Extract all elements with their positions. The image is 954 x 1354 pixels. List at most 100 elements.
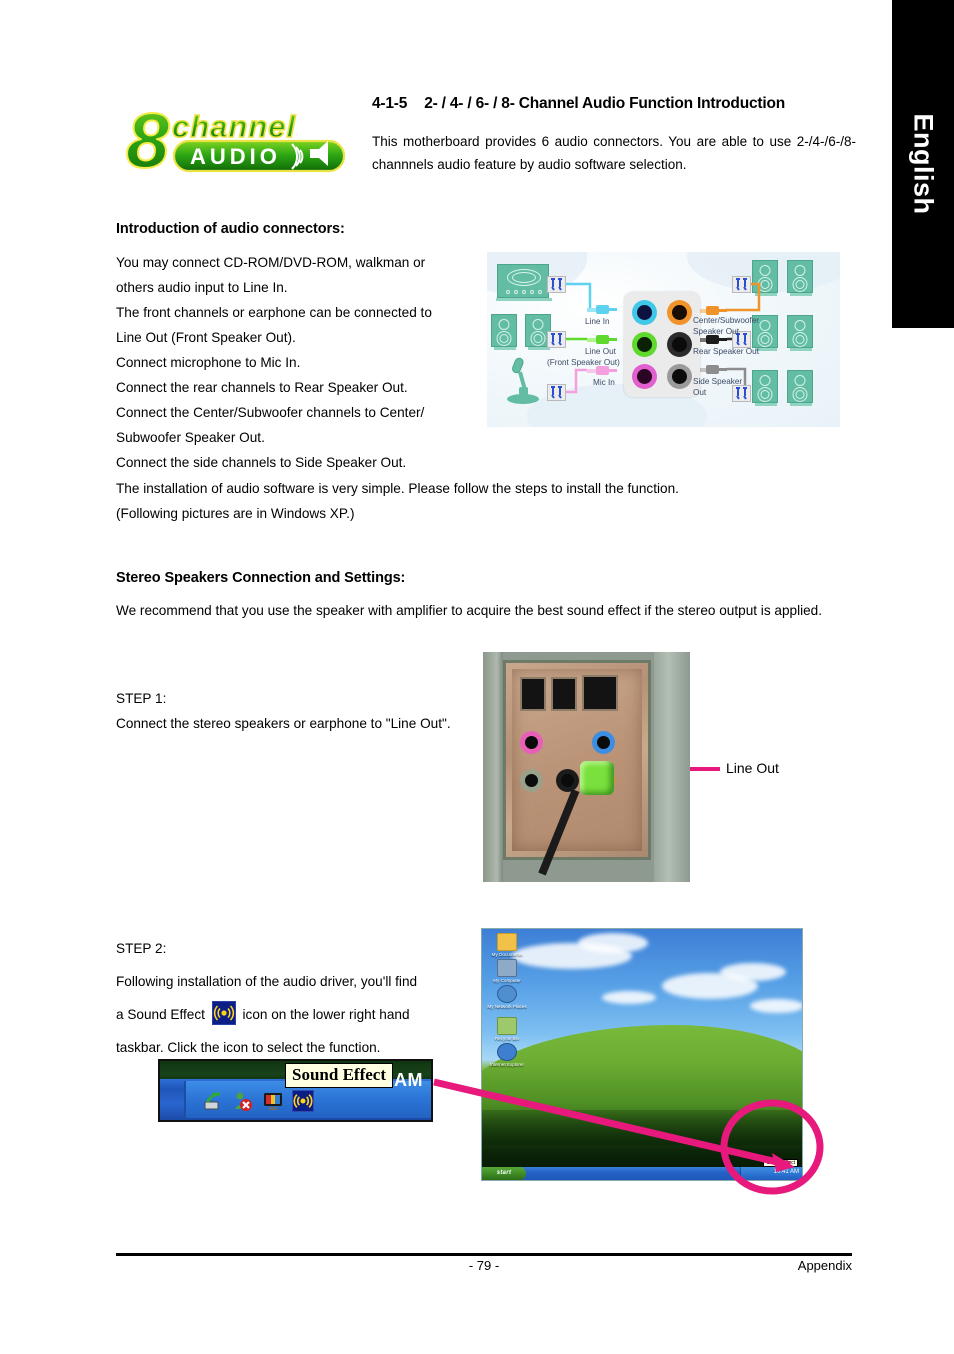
sound-effect-icon xyxy=(211,1001,236,1025)
step2-line2-b: icon on the lower right hand xyxy=(242,1007,410,1022)
line-out-callout-line xyxy=(690,767,720,771)
audio-cable xyxy=(538,789,580,876)
rear-panel-audio-ports xyxy=(624,292,700,397)
footer-rule xyxy=(116,1253,852,1256)
line-in-jack-photo xyxy=(592,731,615,754)
case-left-edge xyxy=(483,652,503,882)
label-side-speaker-1: Side Speaker xyxy=(693,377,743,386)
desktop-icon-my-documents[interactable]: My Documents xyxy=(484,933,530,957)
step2-line2: a Sound Effect icon on the lower right h… xyxy=(116,998,476,1031)
usb-port xyxy=(551,677,577,711)
svg-text:8: 8 xyxy=(126,97,170,179)
xp-system-tray[interactable]: 10:41 AM xyxy=(740,1167,802,1180)
user-account-error-icon xyxy=(232,1090,254,1112)
manual-page: 8 channel AUDIO 4-1-5 2- / 4- / 6- / 8- C… xyxy=(0,0,892,1354)
step2-line1: Following installation of the audio driv… xyxy=(116,974,418,989)
step2-line2-a: a Sound Effect xyxy=(116,1007,205,1022)
desktop-icon-label: My Computer xyxy=(493,978,521,983)
intro-line-4: Connect microphone to Mic In. xyxy=(116,355,301,370)
start-button[interactable]: start xyxy=(482,1167,526,1180)
intro-line-3: Line Out (Front Speaker Out). xyxy=(116,330,296,345)
step1-text: Connect the stereo speakers or earphone … xyxy=(116,716,451,731)
case-right-edge xyxy=(654,652,690,882)
label-rear-speaker: Rear Speaker Out xyxy=(693,347,759,356)
intro-line-8: Connect the side channels to Side Speake… xyxy=(116,455,407,470)
sound-effect-tooltip: Sound Effect xyxy=(285,1063,393,1088)
rear-speaker-jack xyxy=(667,332,692,357)
line-in-jack xyxy=(632,300,657,325)
intro-line-1: others audio input to Line In. xyxy=(116,280,288,295)
section-intro-text: This motherboard provides 6 audio connec… xyxy=(372,134,856,172)
section-title-text: 2- / 4- / 6- / 8- Channel Audio Function… xyxy=(424,95,785,112)
step2-label: STEP 2: xyxy=(116,941,167,956)
svg-text:AUDIO: AUDIO xyxy=(190,144,281,169)
center-subwoofer-jack xyxy=(667,300,692,325)
xp-taskbar: start 10:41 AM xyxy=(482,1167,802,1180)
cloud xyxy=(602,991,656,1004)
step1-block: STEP 1: Connect the stereo speakers or e… xyxy=(116,686,476,736)
label-mic-in: Mic In xyxy=(593,378,615,387)
step2-block: STEP 2: Following installation of the au… xyxy=(116,932,476,1064)
section-number: 4-1-5 xyxy=(372,95,408,112)
cloud xyxy=(750,999,802,1013)
mic-in-jack-photo xyxy=(520,731,543,754)
page-header: 8 channel AUDIO 4-1-5 2- / 4- / 6- / 8- C… xyxy=(116,92,856,188)
io-shield xyxy=(503,660,651,876)
svg-text:channel: channel xyxy=(172,109,297,144)
io-shield-inner xyxy=(512,669,642,876)
plug-icon xyxy=(547,384,566,401)
footer-section-label: Appendix xyxy=(797,1258,852,1273)
intro-line-7: Subwoofer Speaker Out. xyxy=(116,430,265,445)
section-title: 4-1-5 2- / 4- / 6- / 8- Channel Audio Fun… xyxy=(372,95,852,113)
cloud xyxy=(720,963,786,981)
desktop-icon-recycle-bin[interactable]: Recycle Bin xyxy=(484,1017,530,1041)
intro-line-2: The front channels or earphone can be co… xyxy=(116,305,432,320)
step1-label: STEP 1: xyxy=(116,691,167,706)
cloud xyxy=(578,933,648,953)
usb-port xyxy=(520,677,546,711)
desktop-icon-label: My Documents xyxy=(491,952,523,957)
windows-xp-desktop-screenshot: My Documents My Computer My Network Plac… xyxy=(481,928,803,1181)
desktop-icon-label: My Network Places xyxy=(487,1004,527,1009)
eight-channel-audio-logo: 8 channel AUDIO xyxy=(124,97,356,179)
xp-taskbar-clock: 10:41 AM xyxy=(773,1169,799,1175)
label-center-subwoofer-1: Center/Subwoofer xyxy=(693,316,759,325)
green-audio-plug xyxy=(580,761,614,795)
label-side-speaker-2: Out xyxy=(693,388,707,397)
sound-effect-icon[interactable] xyxy=(292,1090,314,1112)
label-line-out: Line Out xyxy=(585,347,616,356)
label-line-in: Line In xyxy=(585,317,610,326)
desktop-icon-internet-explorer[interactable]: Internet Explorer xyxy=(484,1043,530,1067)
display-icon xyxy=(262,1090,284,1112)
plug-icon xyxy=(547,276,566,293)
audio-connector-diagram: Line In Line Out (Front Speaker Out) Mic… xyxy=(487,252,840,427)
language-tab-english: English xyxy=(892,0,954,328)
xp-sound-effect-tooltip: Sound Effect xyxy=(763,1159,798,1167)
lan-port xyxy=(582,675,618,711)
language-tab-label: English xyxy=(908,113,939,215)
stereo-body: We recommend that you use the speaker wi… xyxy=(116,603,823,618)
line-out-jack xyxy=(632,332,657,357)
intro-full-line-1: (Following pictures are in Windows XP.) xyxy=(116,506,355,521)
plug-icon xyxy=(732,276,751,293)
intro-body-full: The installation of audio software is ve… xyxy=(116,476,852,526)
side-speaker-jack-photo xyxy=(520,769,543,792)
network-icon xyxy=(202,1090,224,1112)
label-line-out-sub: (Front Speaker Out) xyxy=(547,358,620,367)
intro-line-5: Connect the rear channels to Rear Speake… xyxy=(116,380,408,395)
intro-body-left: You may connect CD-ROM/DVD-ROM, walkman … xyxy=(116,250,482,475)
label-center-subwoofer-2: Speaker Out xyxy=(693,327,739,336)
rear-speaker-jack-photo xyxy=(556,769,579,792)
intro-heading: Introduction of audio connectors: xyxy=(116,221,345,237)
mic-in-jack xyxy=(632,364,657,389)
line-out-callout-label: Line Out xyxy=(726,760,779,776)
intro-line-0: You may connect CD-ROM/DVD-ROM, walkman … xyxy=(116,255,426,270)
rear-panel-photo xyxy=(483,652,690,882)
desktop-icon-label: Internet Explorer xyxy=(490,1062,524,1067)
intro-line-6: Connect the Center/Subwoofer channels to… xyxy=(116,405,425,420)
desktop-icon-my-computer[interactable]: My Computer xyxy=(484,959,530,983)
desktop-icon-my-network-places[interactable]: My Network Places xyxy=(484,985,530,1009)
intro-full-line-0: The installation of audio software is ve… xyxy=(116,481,679,496)
plug-icon xyxy=(547,331,566,348)
plug-icon xyxy=(732,385,751,402)
